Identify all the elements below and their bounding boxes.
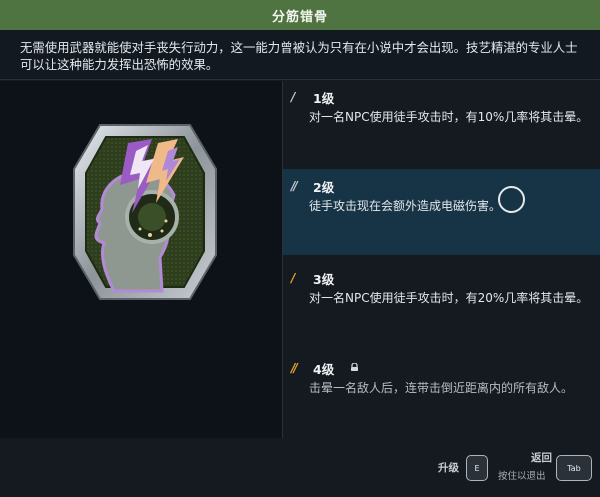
level-text: 对一名NPC使用徒手攻击时，有20%几率将其击晕。: [309, 291, 589, 305]
level-pips: //: [291, 179, 298, 193]
lock-icon: [351, 363, 359, 371]
back-label: 返回: [531, 452, 552, 464]
level-title: 4级: [313, 361, 335, 377]
level-4[interactable]: // 4级 击晕一名敌人后，连带击倒近距离内的所有敌人。: [283, 360, 600, 400]
level-text: 对一名NPC使用徒手攻击时，有10%几率将其击晕。: [309, 110, 589, 124]
level-title: 2级: [313, 179, 335, 195]
exit-hint-label: 按住以退出: [498, 471, 546, 482]
level-text: 徒手攻击现在会额外造成电磁伤害。: [309, 199, 502, 213]
level-2[interactable]: // 2级 徒手攻击现在会额外造成电磁伤害。: [283, 169, 600, 255]
level-pips: /: [291, 90, 296, 104]
page-title: 分筋错骨: [271, 9, 328, 25]
perk-description: 无需使用武器就能使对手丧失行动力，这一能力曾被认为只有在小说中才会出现。技艺精湛…: [0, 30, 600, 80]
upgrade-key-button[interactable]: E: [466, 455, 488, 481]
level-text: 击晕一名敌人后，连带击倒近距离内的所有敌人。: [309, 381, 574, 395]
level-3[interactable]: / 3级 对一名NPC使用徒手攻击时，有20%几率将其击晕。: [283, 270, 600, 310]
level-pips: /: [291, 271, 296, 285]
level-title: 3级: [313, 271, 335, 287]
cursor-circle-icon: [498, 186, 525, 213]
level-pips: //: [291, 361, 298, 375]
footer-bar: 升级 E 返回 按住以退出 Tab: [0, 438, 600, 497]
brain-lightning-badge-icon: [73, 124, 217, 300]
back-key-button[interactable]: Tab: [556, 455, 592, 481]
perk-levels-panel: / 1级 对一名NPC使用徒手攻击时，有10%几率将其击晕。 // 2级 徒手攻…: [283, 81, 600, 438]
upgrade-label: 升级: [438, 462, 459, 474]
title-bar: 分筋错骨: [0, 0, 600, 31]
level-title: 1级: [313, 90, 335, 106]
perk-image-panel: [0, 81, 283, 438]
level-1[interactable]: / 1级 对一名NPC使用徒手攻击时，有10%几率将其击晕。: [283, 89, 600, 129]
